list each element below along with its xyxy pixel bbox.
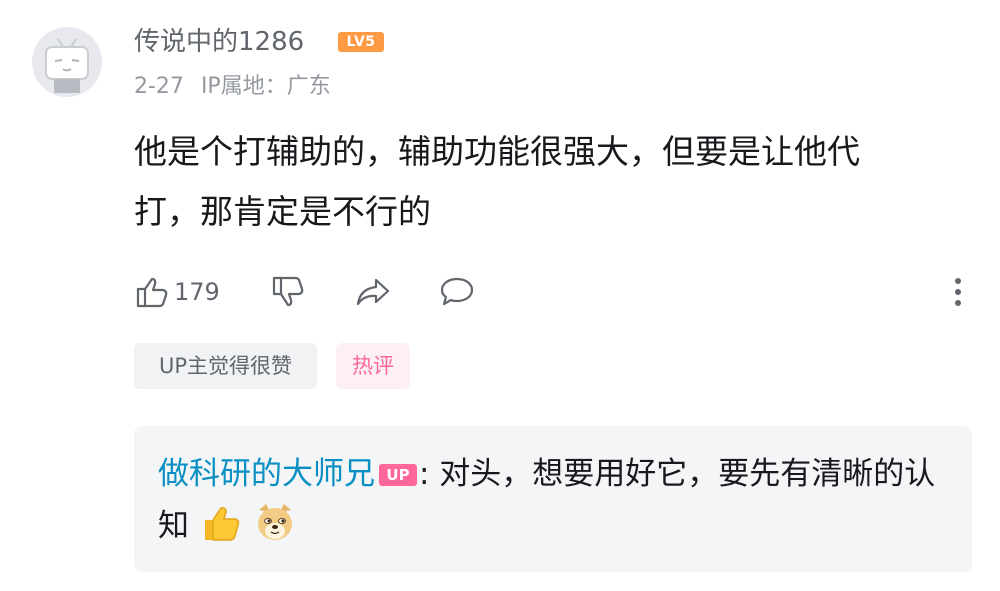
share-icon [356, 278, 390, 306]
thumbs-down-icon [272, 276, 304, 307]
reply-content: 做科研的大师兄 UP: 对头，想要用好它，要先有清晰的认知 [158, 448, 948, 552]
reply-button[interactable] [438, 270, 476, 314]
comment-meta: 2-27 IP属地：广东 [134, 72, 341, 102]
more-options-button[interactable] [944, 274, 972, 310]
user-avatar[interactable] [32, 27, 102, 97]
up-liked-tag: UP主觉得很赞 [134, 343, 317, 389]
comment-text: 他是个打辅助的，辅助功能很强大，但要是让他代打，那肯定是不行的 [134, 132, 860, 231]
thumbs-up-icon [136, 277, 168, 308]
dislike-button[interactable] [270, 270, 306, 314]
like-button[interactable]: 179 [134, 270, 220, 314]
reply-author[interactable]: 做科研的大师兄 [158, 456, 375, 492]
reply-preview[interactable]: 做科研的大师兄 UP: 对头，想要用好它，要先有清晰的认知 [134, 426, 972, 572]
doge-emoji-icon [257, 504, 292, 540]
comment-date: 2-27 [134, 74, 184, 99]
username[interactable]: 传说中的1286 [134, 24, 304, 60]
hot-comment-tag: 热评 [336, 343, 410, 389]
level-badge: LV5 [338, 32, 384, 52]
up-badge: UP [379, 464, 417, 486]
comment-bubble-icon [440, 277, 474, 306]
ip-location: IP属地：广东 [200, 74, 331, 99]
share-button[interactable] [354, 270, 392, 314]
tv-avatar-icon [45, 38, 89, 93]
more-vertical-icon [955, 278, 961, 306]
like-count: 179 [174, 278, 220, 306]
thumbs-up-emoji-icon [204, 507, 240, 541]
